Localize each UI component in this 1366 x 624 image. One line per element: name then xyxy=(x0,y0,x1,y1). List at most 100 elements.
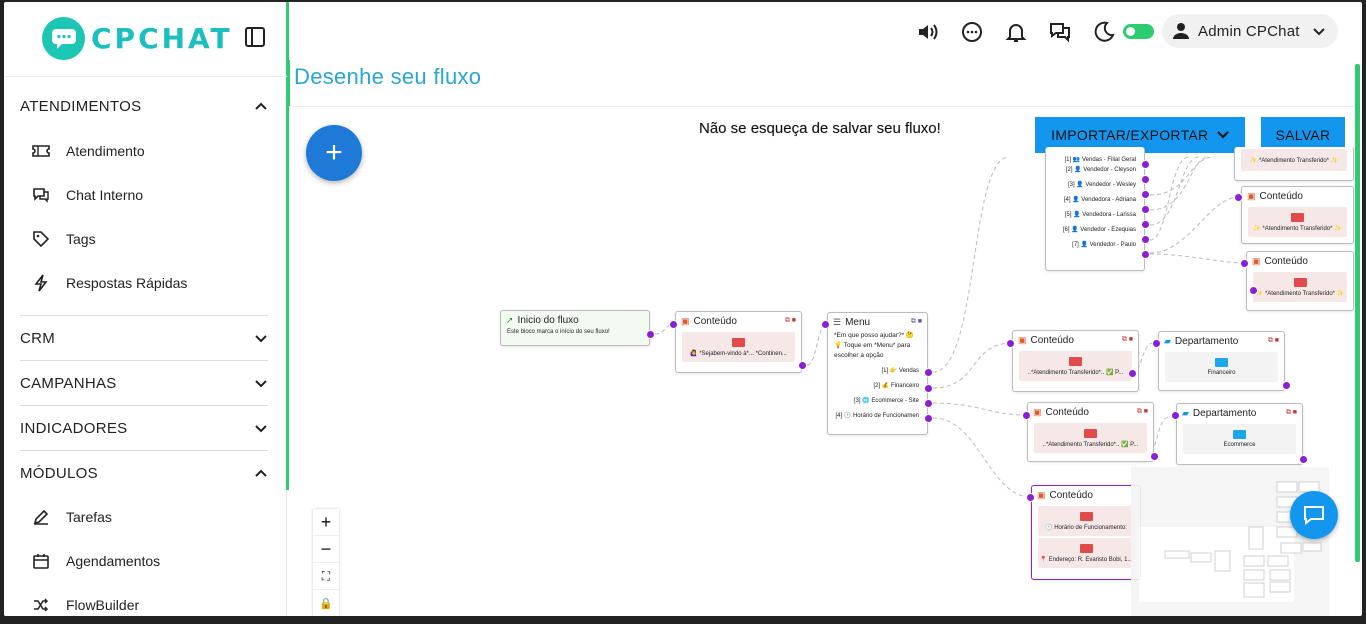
node-handle[interactable] xyxy=(1022,411,1031,420)
node-actions[interactable]: ⧉ ■ xyxy=(1122,336,1133,344)
node-actions[interactable]: ⧉ ■ xyxy=(1286,409,1297,417)
sidebar-item-chat-interno[interactable]: Chat Interno xyxy=(32,183,143,207)
node-handle[interactable] xyxy=(924,384,933,393)
zoom-in-button[interactable]: + xyxy=(313,509,339,536)
node-handle[interactable] xyxy=(1141,205,1150,214)
content-node[interactable]: ▣ Conteúdo ⧉ ■ 🙋‍♀️ *Sejabem-vindo à*... … xyxy=(675,311,802,373)
sidebar-item-agendamentos[interactable]: Agendamentos xyxy=(32,549,160,573)
node-handle[interactable] xyxy=(924,399,933,408)
department-node[interactable]: ▰ Departamento ⧉ ■ Financeiro xyxy=(1158,331,1285,391)
volume-icon[interactable] xyxy=(916,20,940,44)
menu-option: [2] 💰 Financeiro xyxy=(873,383,920,389)
content-node[interactable]: ✨ *Atendimento Transferido* ✨ xyxy=(1234,147,1354,181)
app-window: CPCHAT ATENDIMENTOS Atendimento Chat Int… xyxy=(4,2,1362,616)
message-icon xyxy=(1293,277,1307,287)
node-handle[interactable] xyxy=(1141,220,1150,229)
menu-option: [4] 🕒 Horário de Funcionamen xyxy=(835,413,919,419)
message-text: ✨ *Atendimento Transferido* ✨ xyxy=(1255,290,1345,297)
department-box: Ecommerce xyxy=(1183,424,1296,454)
zoom-controls: + − ⛶ 🔒 xyxy=(313,509,339,616)
menu-option: [3] 🌐 Ecommerce - Site xyxy=(853,398,919,404)
department-node[interactable]: ▰ Departamento ⧉ ■ Ecommerce xyxy=(1176,403,1303,465)
node-handle[interactable] xyxy=(1141,160,1150,169)
content-node[interactable]: ▣ Conteúdo ⧉ ■ ..*Atendimento Transferido… xyxy=(1027,402,1154,462)
node-actions[interactable]: ⧉ ■ xyxy=(911,318,922,326)
node-handle[interactable] xyxy=(1141,190,1150,199)
section-crm[interactable]: CRM xyxy=(20,316,268,360)
node-handle[interactable] xyxy=(1282,381,1291,390)
canvas-scrollbar[interactable] xyxy=(1355,64,1360,562)
content-node[interactable]: ▣ Conteúdo ✨ *Atendimento Transferido* ✨ xyxy=(1246,251,1354,311)
message-box: 🙋‍♀️ *Sejabem-vindo à*... *Continen... xyxy=(682,332,795,362)
moon-icon[interactable] xyxy=(1092,20,1116,44)
node-handle[interactable] xyxy=(1141,175,1150,184)
content-node[interactable]: ▣ Conteúdo 🕒 Horário de Funcionamento: 📍 … xyxy=(1031,485,1141,580)
message-text: 📍 Endereço: R. Evaristo Bobi, 1... xyxy=(1039,556,1133,563)
node-handle[interactable] xyxy=(1249,286,1258,295)
node-handle[interactable] xyxy=(1240,259,1249,268)
section-modulos[interactable]: MÓDULOS xyxy=(20,451,268,495)
section-atendimentos[interactable]: ATENDIMENTOS xyxy=(20,84,268,128)
zoom-out-button[interactable]: − xyxy=(313,536,339,563)
node-handle[interactable] xyxy=(1141,250,1150,259)
node-handle[interactable] xyxy=(646,330,655,339)
node-handle[interactable] xyxy=(1006,339,1015,348)
node-handle[interactable] xyxy=(924,414,933,423)
node-handle[interactable] xyxy=(1152,339,1161,348)
menu-node[interactable]: ☰ Menu ⧉ ■ *Em que posso ajudar?* 🤔💡 Toqu… xyxy=(827,312,928,435)
bell-icon[interactable] xyxy=(1004,20,1028,44)
node-actions[interactable]: ⧉ ■ xyxy=(1268,337,1279,345)
node-handle[interactable] xyxy=(821,320,830,329)
node-handle[interactable] xyxy=(1299,455,1308,464)
sidebar-item-label: Atendimento xyxy=(66,143,145,159)
sidebar-collapse-icon[interactable] xyxy=(244,26,266,48)
chat-widget-button[interactable] xyxy=(1290,491,1338,539)
node-handle[interactable] xyxy=(1026,493,1035,502)
section-label: MÓDULOS xyxy=(20,464,98,482)
theme-toggle[interactable] xyxy=(1123,24,1154,39)
sidebar-item-tarefas[interactable]: Tarefas xyxy=(32,505,112,529)
node-handle[interactable] xyxy=(1141,235,1150,244)
section-indicadores[interactable]: INDICADORES xyxy=(20,406,268,450)
user-menu[interactable]: Admin CPChat xyxy=(1162,14,1338,48)
node-handle[interactable] xyxy=(1128,369,1137,378)
add-node-button[interactable]: + xyxy=(306,125,362,181)
node-header: ▰ Departamento xyxy=(1159,332,1284,350)
node-handle[interactable] xyxy=(669,320,678,329)
node-actions[interactable]: ⧉ ■ xyxy=(785,317,796,325)
tag-icon xyxy=(32,230,50,248)
fit-view-button[interactable]: ⛶ xyxy=(313,563,339,590)
node-handle[interactable] xyxy=(798,361,807,370)
chat-icon xyxy=(1304,506,1324,526)
node-handle[interactable] xyxy=(1234,193,1243,202)
flow-canvas[interactable]: + Não se esqueça de salvar seu fluxo! IM… xyxy=(289,106,1354,616)
sidebar-item-atendimento[interactable]: Atendimento xyxy=(32,139,145,163)
menu-option: [1] 👉 Vendas xyxy=(881,368,920,374)
content-icon: ▣ xyxy=(1018,334,1027,345)
start-node[interactable]: ➚ Inicio do fluxo Este bloco marca o iníc… xyxy=(500,310,650,346)
section-label: INDICADORES xyxy=(20,419,128,437)
content-node[interactable]: ▣ Conteúdo ⧉ ■ ..*Atendimento Transferido… xyxy=(1012,330,1139,392)
internal-chat-icon[interactable] xyxy=(1048,20,1072,44)
node-handle[interactable] xyxy=(924,368,933,377)
message-text: ✨ *Atendimento Transferido* ✨ xyxy=(1249,157,1339,164)
menu-option: [2] 👤 Vendedor - Cleyson xyxy=(1065,167,1136,173)
chevron-down-icon xyxy=(255,425,267,433)
node-header: ▣ Conteúdo xyxy=(1013,331,1138,349)
lock-button[interactable]: 🔒 xyxy=(313,590,339,616)
sellers-menu-node[interactable]: [1] 👥 Vendas - Filial Geral [2] 👤 Vended… xyxy=(1045,147,1145,271)
node-header: ▣ Conteúdo xyxy=(1032,486,1140,504)
sidebar-item-tags[interactable]: Tags xyxy=(32,227,96,251)
menu-option: [7] 👤 Vendedor - Paulo xyxy=(1072,242,1136,248)
sidebar-item-flowbuilder[interactable]: FlowBuilder xyxy=(32,593,139,616)
content-node[interactable]: ▣ Conteúdo ✨ *Atendimento Transferido* ✨ xyxy=(1241,186,1354,244)
node-handle[interactable] xyxy=(1150,452,1159,461)
minimap[interactable] xyxy=(1131,467,1329,616)
node-actions[interactable]: ⧉ ■ xyxy=(1137,408,1148,416)
sidebar-item-respostas-rapidas[interactable]: Respostas Rápidas xyxy=(32,271,187,295)
section-campanhas[interactable]: CAMPANHAS xyxy=(20,361,268,405)
node-handle[interactable] xyxy=(1171,411,1180,420)
brand-name: CPCHAT xyxy=(91,22,233,55)
whatsapp-chat-icon[interactable] xyxy=(960,20,984,44)
sidebar-item-label: Agendamentos xyxy=(66,553,161,569)
